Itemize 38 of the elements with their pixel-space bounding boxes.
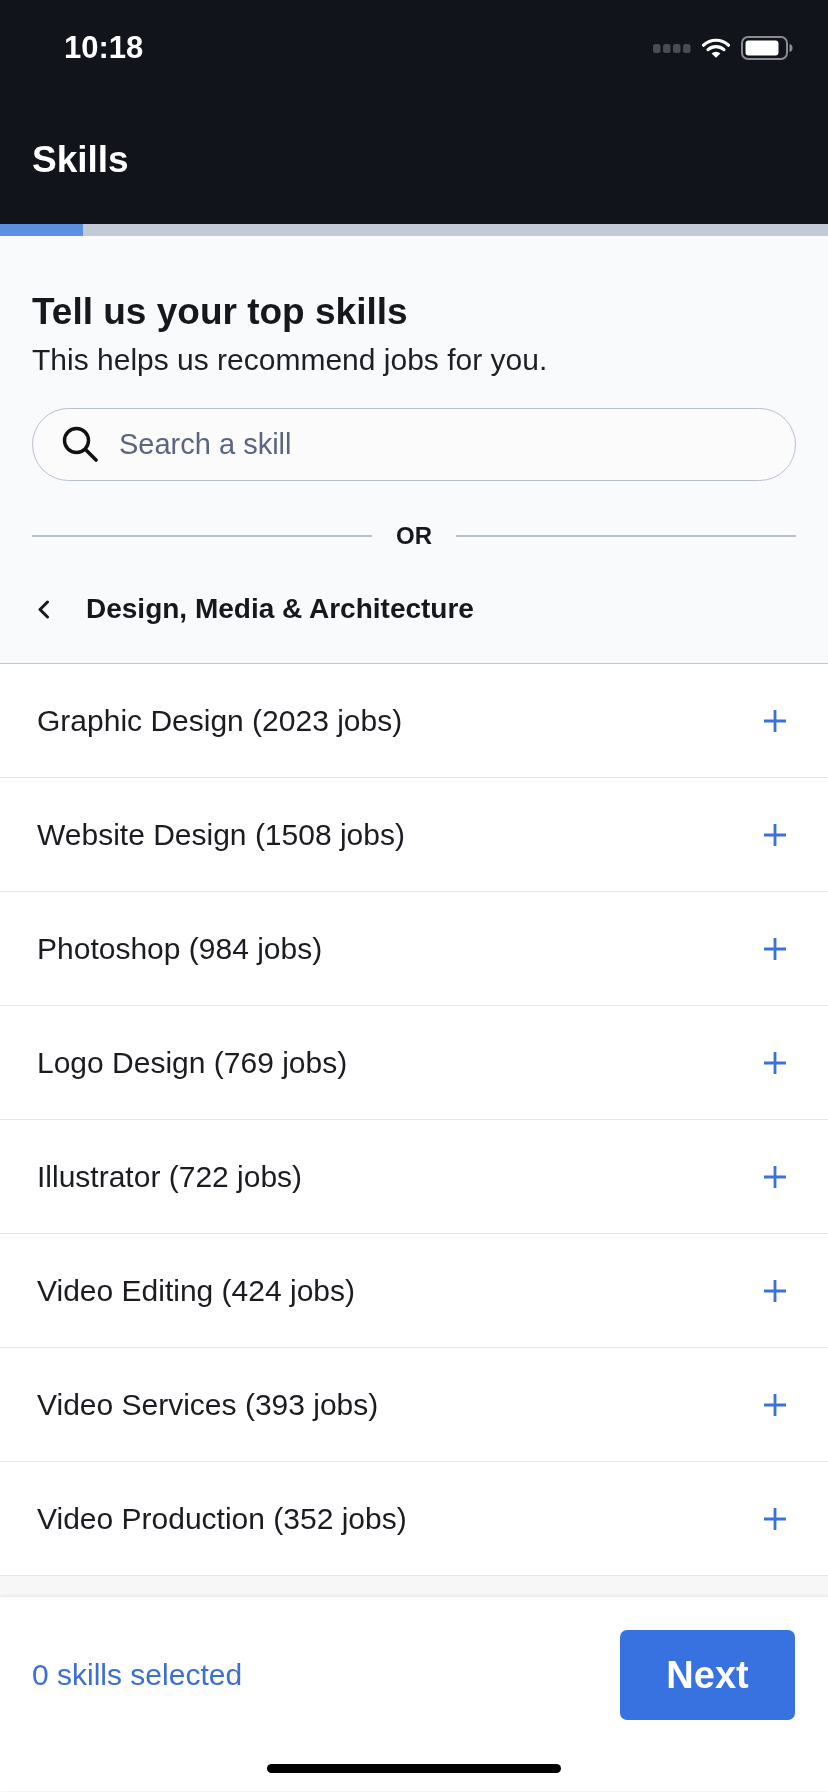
search-icon (62, 426, 98, 462)
skill-item[interactable]: Video Production (352 jobs) (0, 1462, 828, 1576)
skill-name: Illustrator (722 jobs) (37, 1158, 304, 1195)
next-button[interactable]: Next (620, 1630, 795, 1720)
plus-icon[interactable] (764, 1279, 786, 1302)
plus-icon[interactable] (764, 823, 786, 846)
plus-icon[interactable] (764, 709, 786, 732)
plus-icon[interactable] (764, 937, 786, 960)
skill-item[interactable]: Video Editing (424 jobs) (0, 1234, 828, 1348)
search-field[interactable]: Search a skill (32, 408, 796, 481)
skill-item[interactable]: Photoshop (984 jobs) (0, 892, 828, 1006)
selection-count: 0 skills selected (32, 1657, 243, 1693)
wifi-icon (702, 38, 730, 58)
skill-name: Video Editing (424 jobs) (37, 1272, 356, 1309)
status-time: 10:18 (64, 30, 144, 66)
chevron-left-icon[interactable] (37, 599, 50, 619)
skill-item[interactable]: Logo Design (769 jobs) (0, 1006, 828, 1120)
plus-icon[interactable] (764, 1507, 786, 1530)
skill-name: Graphic Design (2023 jobs) (37, 702, 404, 739)
plus-icon[interactable] (764, 1051, 786, 1074)
skill-item[interactable]: Website Design (1508 jobs) (0, 778, 828, 892)
skill-name: Video Production (352 jobs) (37, 1500, 408, 1537)
skill-name: Logo Design (769 jobs) (37, 1044, 349, 1081)
battery-icon (741, 36, 793, 60)
skill-item[interactable]: Video Services (393 jobs) (0, 1348, 828, 1462)
or-label: OR (396, 521, 432, 551)
plus-icon[interactable] (764, 1393, 786, 1416)
skill-name: Website Design (1508 jobs) (37, 816, 406, 853)
skill-name: Photoshop (984 jobs) (37, 930, 324, 967)
skill-item[interactable]: Illustrator (722 jobs) (0, 1120, 828, 1234)
signal-icon (653, 43, 691, 53)
page-subheading: This helps us recommend jobs for you. (32, 343, 548, 377)
page-heading: Tell us your top skills (32, 292, 408, 332)
plus-icon[interactable] (764, 1165, 786, 1188)
category-title: Design, Media & Architecture (86, 592, 474, 626)
skill-item[interactable]: Graphic Design (2023 jobs) (0, 664, 828, 778)
page-title: Skills (32, 138, 129, 182)
skill-name: Video Services (393 jobs) (37, 1386, 380, 1423)
